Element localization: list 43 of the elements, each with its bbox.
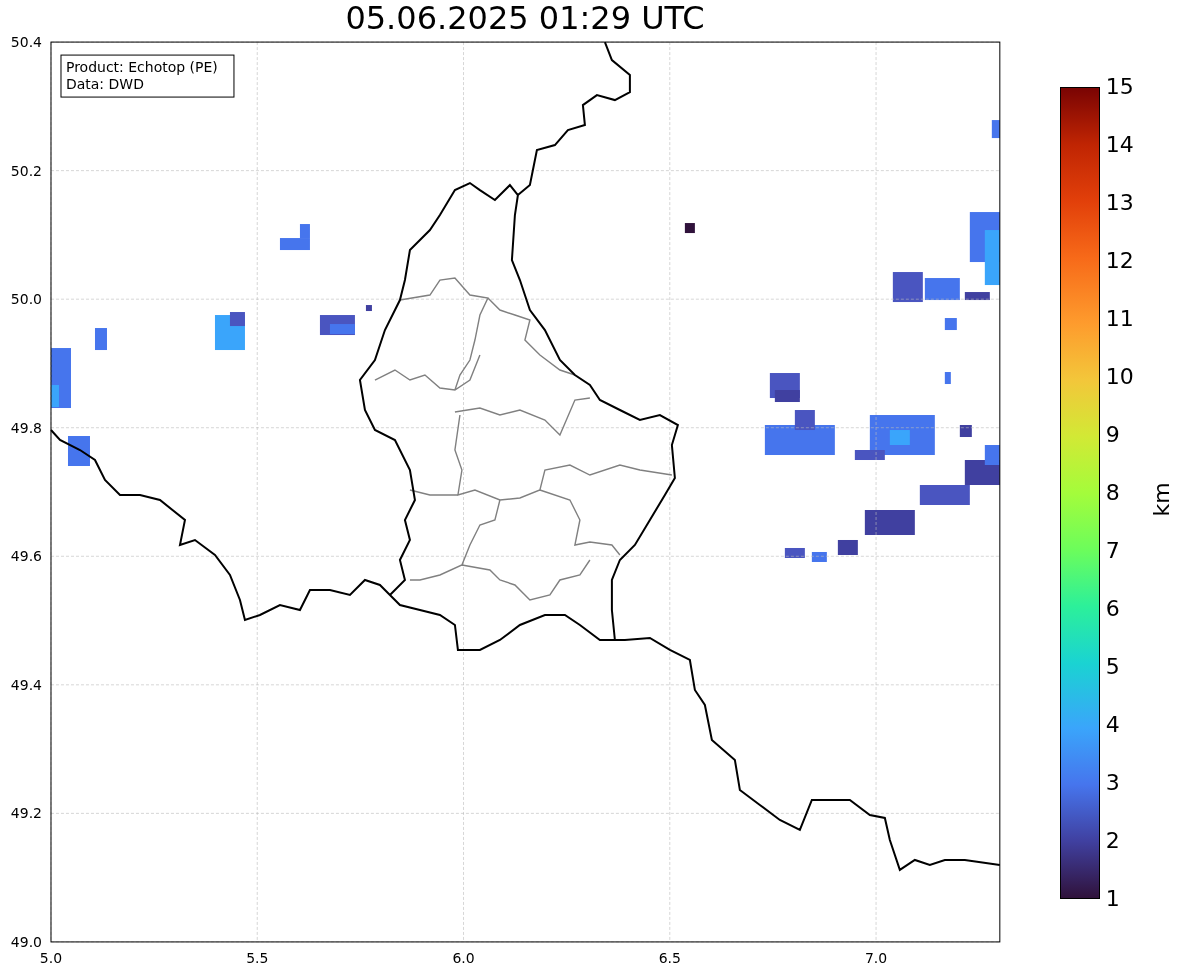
radar-echo — [811, 552, 827, 562]
colorbar-tick-label: 13 — [1105, 190, 1134, 216]
colorbar-tick-label: 12 — [1105, 248, 1134, 274]
y-tick-label: 50.0 — [10, 291, 42, 308]
colorbar-tick-label: 2 — [1105, 828, 1121, 854]
radar-echo — [919, 485, 970, 505]
y-tick-label: 49.6 — [10, 548, 42, 565]
radar-echo — [964, 292, 990, 301]
radar-echo — [892, 272, 923, 303]
x-tick-label: 5.5 — [246, 949, 269, 966]
legend-text: Product: Echotop (PE) — [66, 59, 218, 76]
y-tick-label: 49.8 — [10, 419, 42, 436]
colorbar-tick-label: 10 — [1105, 364, 1134, 390]
colorbar-tick-label: 5 — [1105, 654, 1121, 680]
colorbar-tick-label: 9 — [1105, 422, 1121, 448]
x-tick-label: 6.0 — [452, 949, 475, 966]
chart-title: 05.06.2025 01:29 UTC — [345, 2, 705, 34]
y-tick-label: 49.2 — [10, 805, 42, 822]
colorbar-tick-label: 8 — [1105, 480, 1121, 506]
x-tick-label: 7.0 — [864, 949, 888, 966]
radar-echo — [924, 278, 960, 301]
colorbar-tick-label: 4 — [1105, 712, 1121, 738]
radar-echo — [684, 223, 695, 234]
radar-echo — [365, 305, 372, 312]
colorbar-tick-label: 11 — [1105, 306, 1134, 332]
colorbar-tick-label: 3 — [1105, 770, 1121, 796]
colorbar-tick-label: 15 — [1105, 74, 1134, 100]
colorbar-label: km — [1148, 482, 1174, 517]
colorbar-tick-label: 1 — [1105, 886, 1121, 912]
y-tick-label: 49.0 — [10, 933, 42, 950]
x-tick-label: 6.5 — [658, 949, 681, 966]
x-tick-label: 5.0 — [39, 949, 63, 966]
y-tick-label: 49.4 — [10, 676, 42, 693]
y-tick-label: 50.4 — [10, 34, 42, 51]
y-tick-label: 50.2 — [10, 162, 42, 179]
radar-echo — [784, 548, 805, 558]
radar-echo — [944, 372, 951, 384]
colorbar-tick-label: 6 — [1105, 596, 1121, 622]
radar-echo — [991, 120, 1000, 139]
radar-echo — [864, 510, 915, 535]
colorbar-tick-label: 7 — [1105, 538, 1121, 564]
legend-text: Data: DWD — [66, 76, 144, 93]
colorbar-tick-label: 14 — [1105, 132, 1134, 158]
